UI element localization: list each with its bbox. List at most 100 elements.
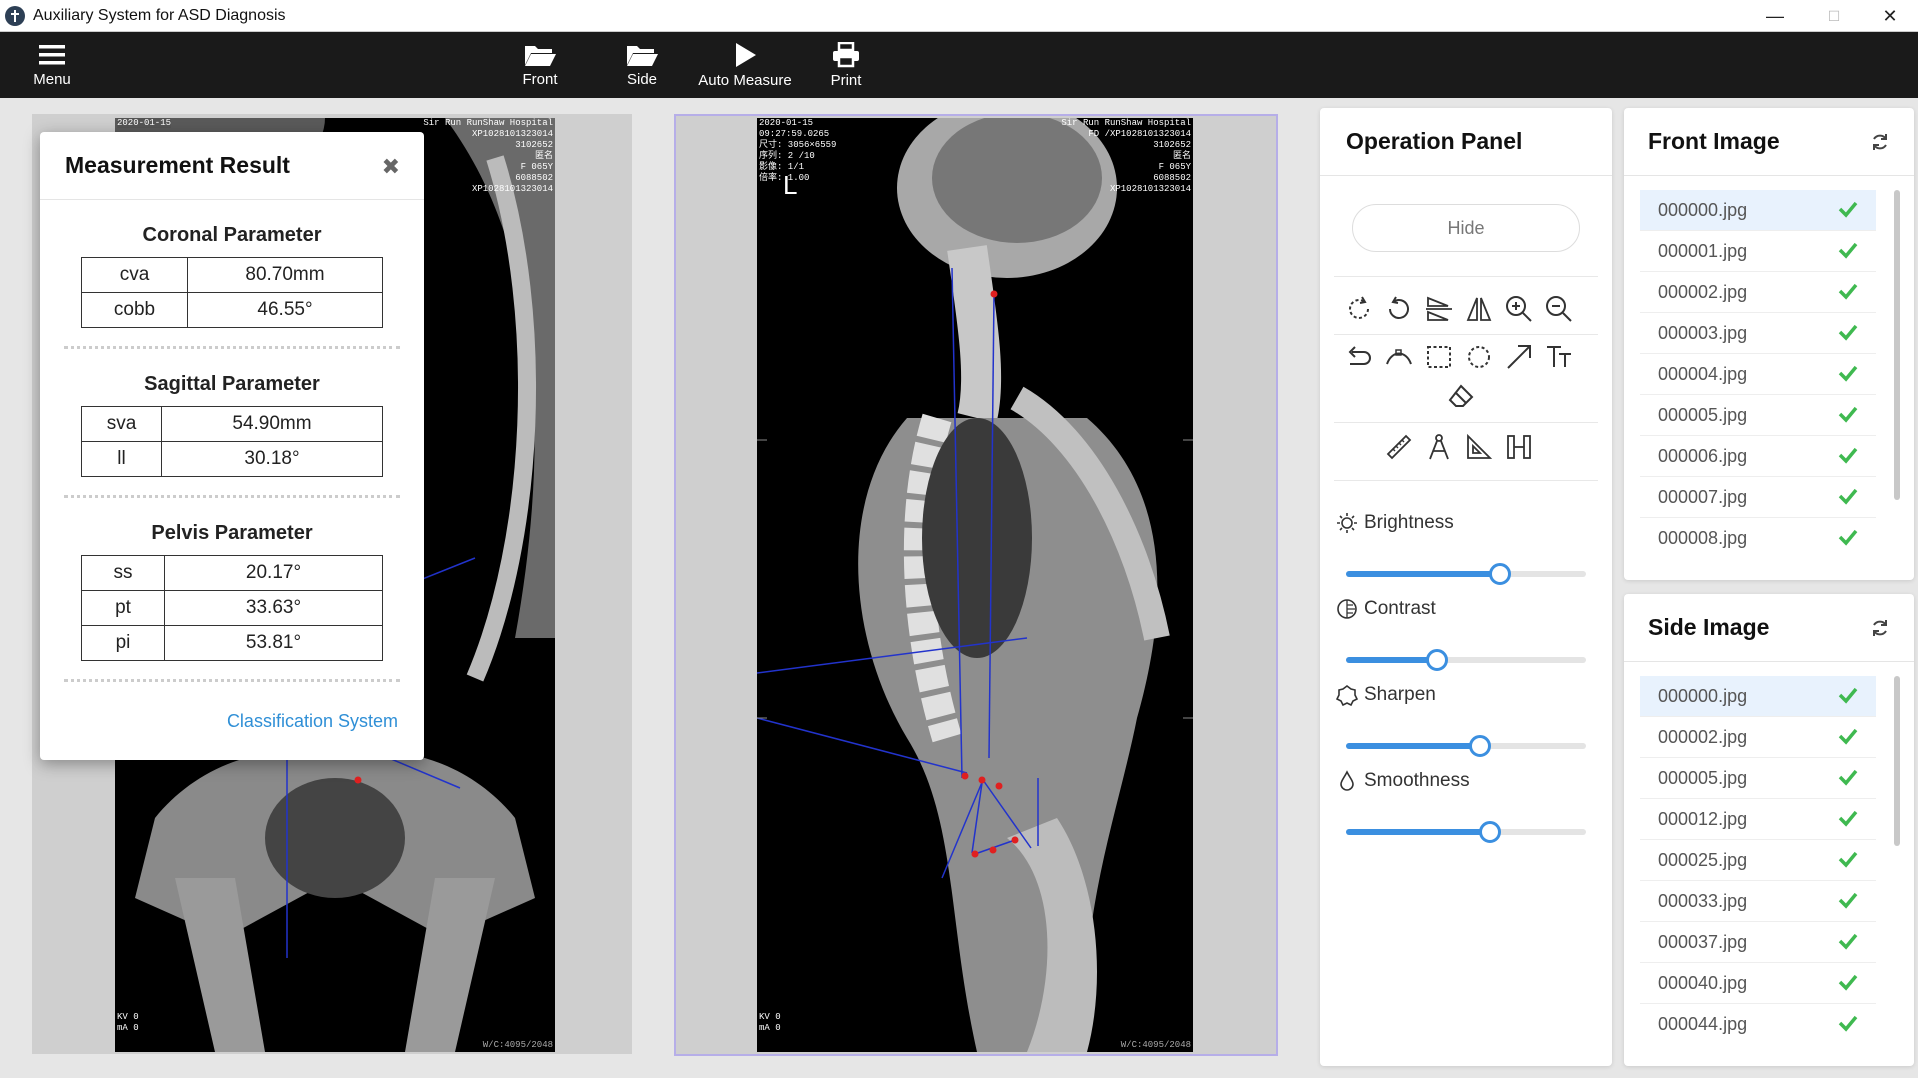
list-item[interactable]: 000005.jpg [1640,395,1876,436]
list-item[interactable]: 000000.jpg [1640,676,1876,717]
title-bar: Auxiliary System for ASD Diagnosis — ☐ ✕ [0,0,1918,32]
smoothness-slider[interactable] [1346,821,1586,843]
text-icon[interactable] [1542,340,1576,374]
ellipse-select-icon[interactable] [1462,340,1496,374]
divider [64,495,400,498]
file-name: 000004.jpg [1658,363,1748,384]
file-name: 000037.jpg [1658,931,1748,952]
zoom-out-icon[interactable] [1542,292,1576,326]
sagittal-parameter-title: Sagittal Parameter [144,373,320,395]
check-icon [1838,933,1858,950]
slider-handle[interactable] [1426,649,1449,671]
sagittal-parameter-table: sva 54.90mm ll 30.18° [81,406,383,477]
workspace: 2020-01-15 Sir Run RunShaw Hospital XP102… [0,98,1918,1078]
table-row: pi 53.81° [81,625,383,661]
eraser-icon[interactable] [1444,380,1478,414]
folder-open-icon [525,45,556,66]
list-item[interactable]: 000006.jpg [1640,436,1876,477]
side-list-scrollbar[interactable] [1894,676,1900,846]
front-button[interactable]: Front [512,32,568,98]
rotate-counterclockwise-icon[interactable] [1382,292,1416,326]
sharpen-slider[interactable] [1346,735,1586,757]
list-item[interactable]: 000012.jpg [1640,799,1876,840]
brightness-slider[interactable] [1346,563,1586,585]
refresh-icon[interactable] [1870,618,1890,638]
pelvis-parameter-title: Pelvis Parameter [151,522,313,544]
front-image-list: 000000.jpg 000001.jpg 000002.jpg 000003.jpg… [1640,190,1876,558]
contrast-slider[interactable] [1346,649,1586,671]
arrow-icon[interactable] [1502,340,1536,374]
ruler-icon[interactable] [1382,430,1416,464]
file-name: 000007.jpg [1658,486,1748,507]
side-image-title: Side Image [1648,614,1770,640]
front-image-title: Front Image [1648,128,1780,154]
list-item[interactable]: 000025.jpg [1640,840,1876,881]
classification-system-link[interactable]: Classification System [227,711,398,732]
table-row: sva 54.90mm [81,406,383,442]
check-icon [1838,851,1858,868]
list-item[interactable]: 000037.jpg [1640,922,1876,963]
curve-icon[interactable] [1382,340,1416,374]
side-button[interactable]: Side [614,32,670,98]
measurement-result-title: Measurement Result [65,152,290,178]
list-item[interactable]: 000003.jpg [1640,313,1876,354]
file-name: 000006.jpg [1658,445,1748,466]
rectangle-select-icon[interactable] [1422,340,1456,374]
rotate-clockwise-icon[interactable] [1342,292,1376,326]
check-icon [1838,1015,1858,1032]
check-icon [1838,283,1858,300]
file-name: 000000.jpg [1658,685,1748,706]
list-item[interactable]: 000002.jpg [1640,272,1876,313]
check-icon [1838,447,1858,464]
undo-icon[interactable] [1342,340,1376,374]
front-list-scrollbar[interactable] [1894,190,1900,500]
vertical-measure-icon[interactable] [1502,430,1536,464]
list-item[interactable]: 000005.jpg [1640,758,1876,799]
list-item[interactable]: 000001.jpg [1640,231,1876,272]
list-item[interactable]: 000000.jpg [1640,190,1876,231]
list-item[interactable]: 000044.jpg [1640,1004,1876,1044]
file-name: 000044.jpg [1658,1013,1748,1034]
close-window-button[interactable]: ✕ [1862,0,1918,32]
list-item[interactable]: 000040.jpg [1640,963,1876,1004]
slider-handle[interactable] [1479,821,1501,843]
check-icon [1838,728,1858,745]
refresh-icon[interactable] [1870,132,1890,152]
side-xray-image[interactable]: 2020-01-15 09:27:59.0265 尺寸: 3056×6559 序列: … [757,118,1193,1052]
maximize-button[interactable]: ☐ [1806,0,1862,32]
slider-handle[interactable] [1488,563,1511,585]
list-item[interactable]: 000007.jpg [1640,477,1876,518]
list-item[interactable]: 000004.jpg [1640,354,1876,395]
close-icon[interactable]: ✖ [382,154,400,180]
window-title: Auxiliary System for ASD Diagnosis [33,6,286,24]
front-window-overlay: W/C:4095/2048 [482,1040,553,1050]
zoom-in-icon[interactable] [1502,292,1536,326]
check-icon [1838,529,1858,546]
print-button[interactable]: Print [818,32,874,98]
divider [1334,422,1598,423]
auto-measure-button[interactable]: Auto Measure [690,32,800,98]
flip-horizontal-icon[interactable] [1462,292,1496,326]
menu-label: Menu [33,70,71,88]
divider [64,346,400,349]
file-name: 000003.jpg [1658,322,1748,343]
side-label: Side [626,70,658,88]
folder-open-icon [627,45,658,66]
compass-angle-icon[interactable] [1422,430,1456,464]
pelvis-parameter-table: ss 20.17° pt 33.63° pi 53.81° [81,555,383,661]
list-item[interactable]: 000033.jpg [1640,881,1876,922]
side-exposure-overlay: KV 0 mA 0 [759,1012,781,1033]
minimize-button[interactable]: — [1747,0,1803,32]
check-icon [1838,365,1858,382]
triangle-ruler-icon[interactable] [1462,430,1496,464]
menu-button[interactable]: Menu [26,32,78,98]
front-exposure-overlay: KV 0 mA 0 [117,1012,139,1033]
list-item[interactable]: 000002.jpg [1640,717,1876,758]
table-row: cobb 46.55° [81,292,383,328]
slider-handle[interactable] [1469,735,1492,757]
hide-button[interactable]: Hide [1352,204,1580,252]
front-info-overlay: Sir Run RunShaw Hospital XP1028101323014 3… [423,118,553,194]
list-item[interactable]: 000008.jpg [1640,518,1876,558]
flip-vertical-icon[interactable] [1422,292,1456,326]
check-icon [1838,201,1858,218]
